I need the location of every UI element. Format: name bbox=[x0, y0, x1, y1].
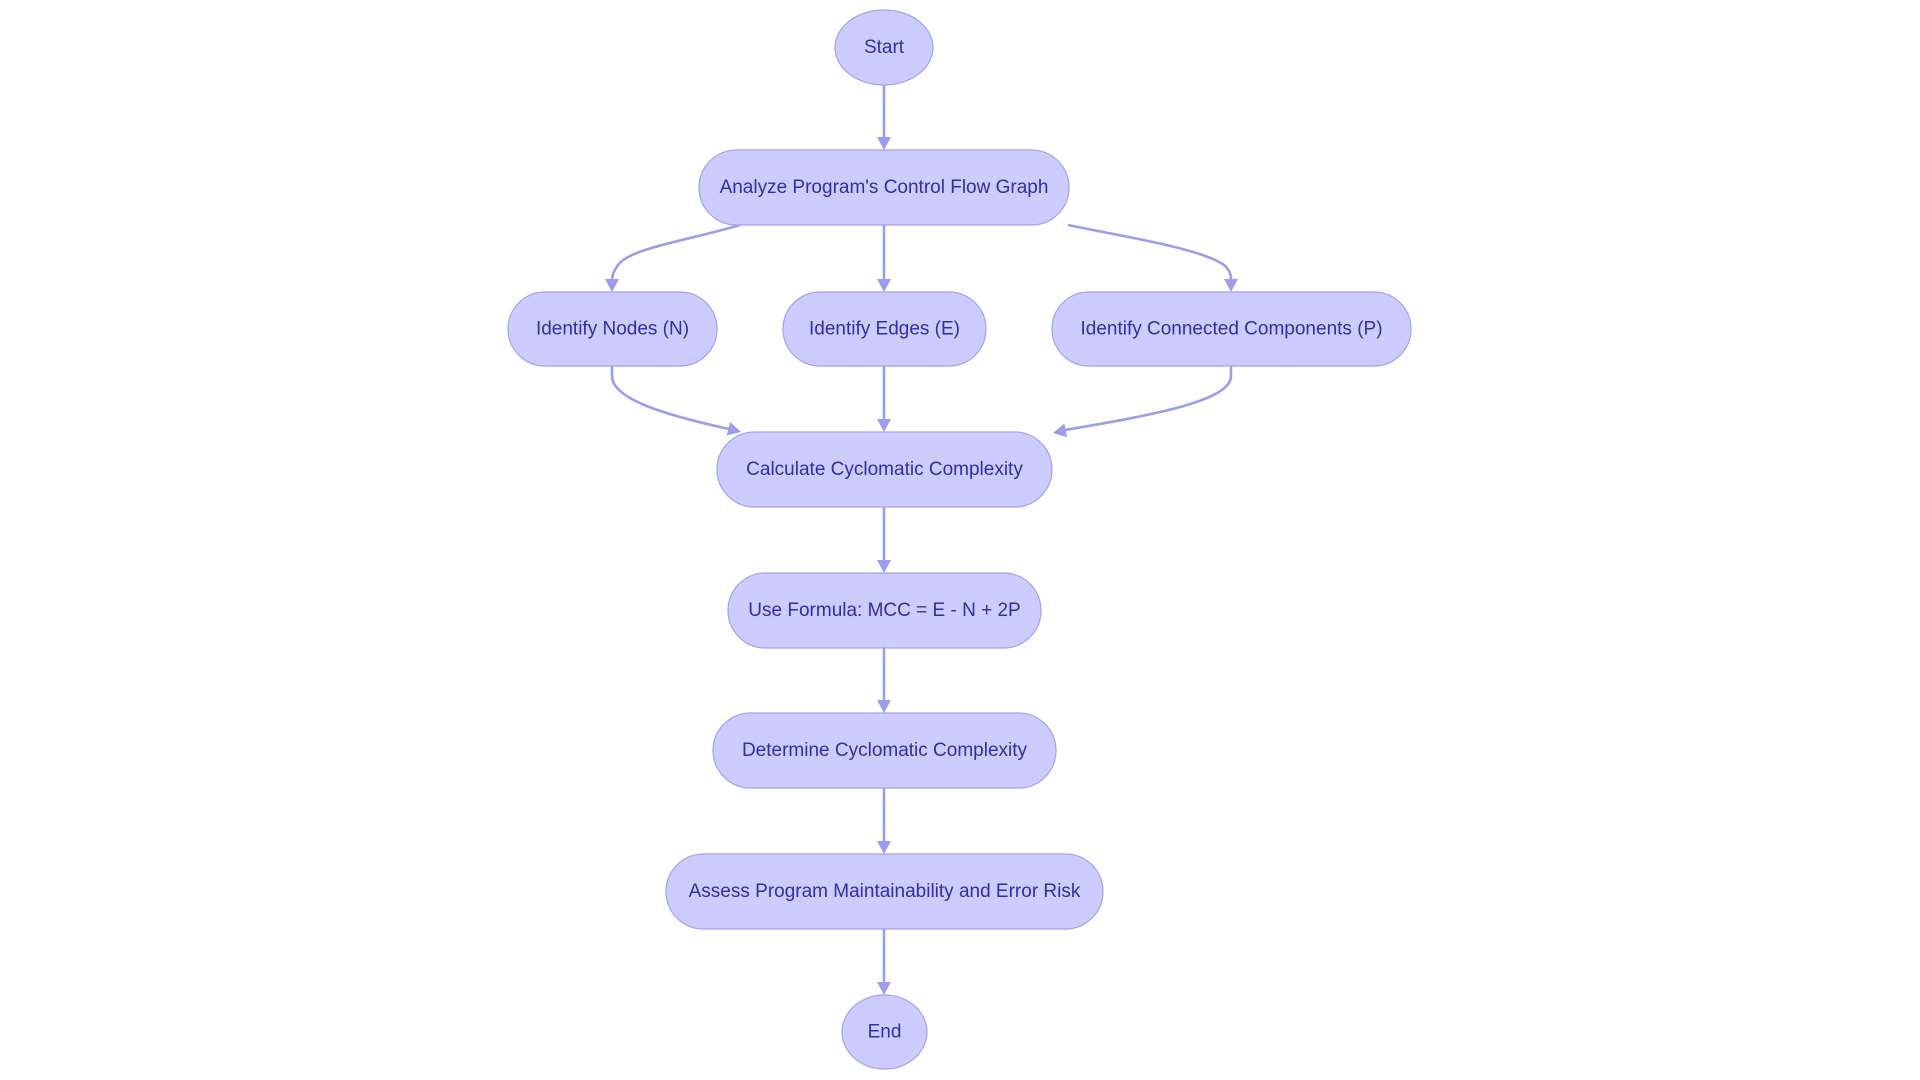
arrowhead-analyze-nodes bbox=[605, 279, 619, 292]
node-identify-edges-label: Identify Edges (E) bbox=[809, 319, 960, 340]
node-assess-label: Assess Program Maintainability and Error… bbox=[689, 881, 1081, 902]
arrowhead-start-analyze bbox=[877, 137, 891, 150]
arrowhead-components-calculate bbox=[1053, 423, 1068, 438]
edge-components-calculate bbox=[1064, 366, 1233, 432]
edge-analyze-components bbox=[1067, 223, 1233, 281]
node-determine-label: Determine Cyclomatic Complexity bbox=[742, 740, 1028, 761]
node-analyze: Analyze Program's Control Flow Graph bbox=[698, 149, 1070, 226]
flowchart: Start Analyze Program's Control Flow Gra… bbox=[507, 9, 1412, 1070]
arrowhead-edges-calculate bbox=[877, 419, 891, 432]
node-identify-nodes: Identify Nodes (N) bbox=[507, 291, 718, 367]
edge-nodes-calculate bbox=[610, 366, 730, 431]
node-determine: Determine Cyclomatic Complexity bbox=[712, 712, 1057, 789]
arrowhead-nodes-calculate bbox=[726, 421, 741, 436]
arrowhead-calculate-formula bbox=[877, 560, 891, 573]
node-calculate: Calculate Cyclomatic Complexity bbox=[716, 431, 1053, 508]
edge-analyze-nodes bbox=[610, 223, 741, 281]
arrowhead-assess-end bbox=[877, 982, 891, 995]
arrowhead-analyze-edges bbox=[877, 279, 891, 292]
node-assess: Assess Program Maintainability and Error… bbox=[665, 853, 1104, 930]
node-end: End bbox=[841, 994, 928, 1070]
node-end-label: End bbox=[868, 1022, 902, 1043]
node-identify-components-label: Identify Connected Components (P) bbox=[1080, 319, 1382, 340]
arrowhead-analyze-components bbox=[1224, 279, 1238, 292]
node-identify-nodes-label: Identify Nodes (N) bbox=[536, 319, 689, 340]
arrowhead-formula-determine bbox=[877, 700, 891, 713]
node-formula-label: Use Formula: MCC = E - N + 2P bbox=[748, 600, 1020, 621]
node-analyze-label: Analyze Program's Control Flow Graph bbox=[720, 177, 1049, 198]
node-formula: Use Formula: MCC = E - N + 2P bbox=[727, 572, 1042, 649]
node-identify-edges: Identify Edges (E) bbox=[782, 291, 987, 367]
node-identify-components: Identify Connected Components (P) bbox=[1051, 291, 1412, 367]
node-start-label: Start bbox=[864, 37, 905, 58]
arrowhead-determine-assess bbox=[877, 841, 891, 854]
nodes-layer: Start Analyze Program's Control Flow Gra… bbox=[507, 9, 1412, 1070]
node-calculate-label: Calculate Cyclomatic Complexity bbox=[746, 459, 1023, 480]
node-start: Start bbox=[834, 9, 934, 86]
